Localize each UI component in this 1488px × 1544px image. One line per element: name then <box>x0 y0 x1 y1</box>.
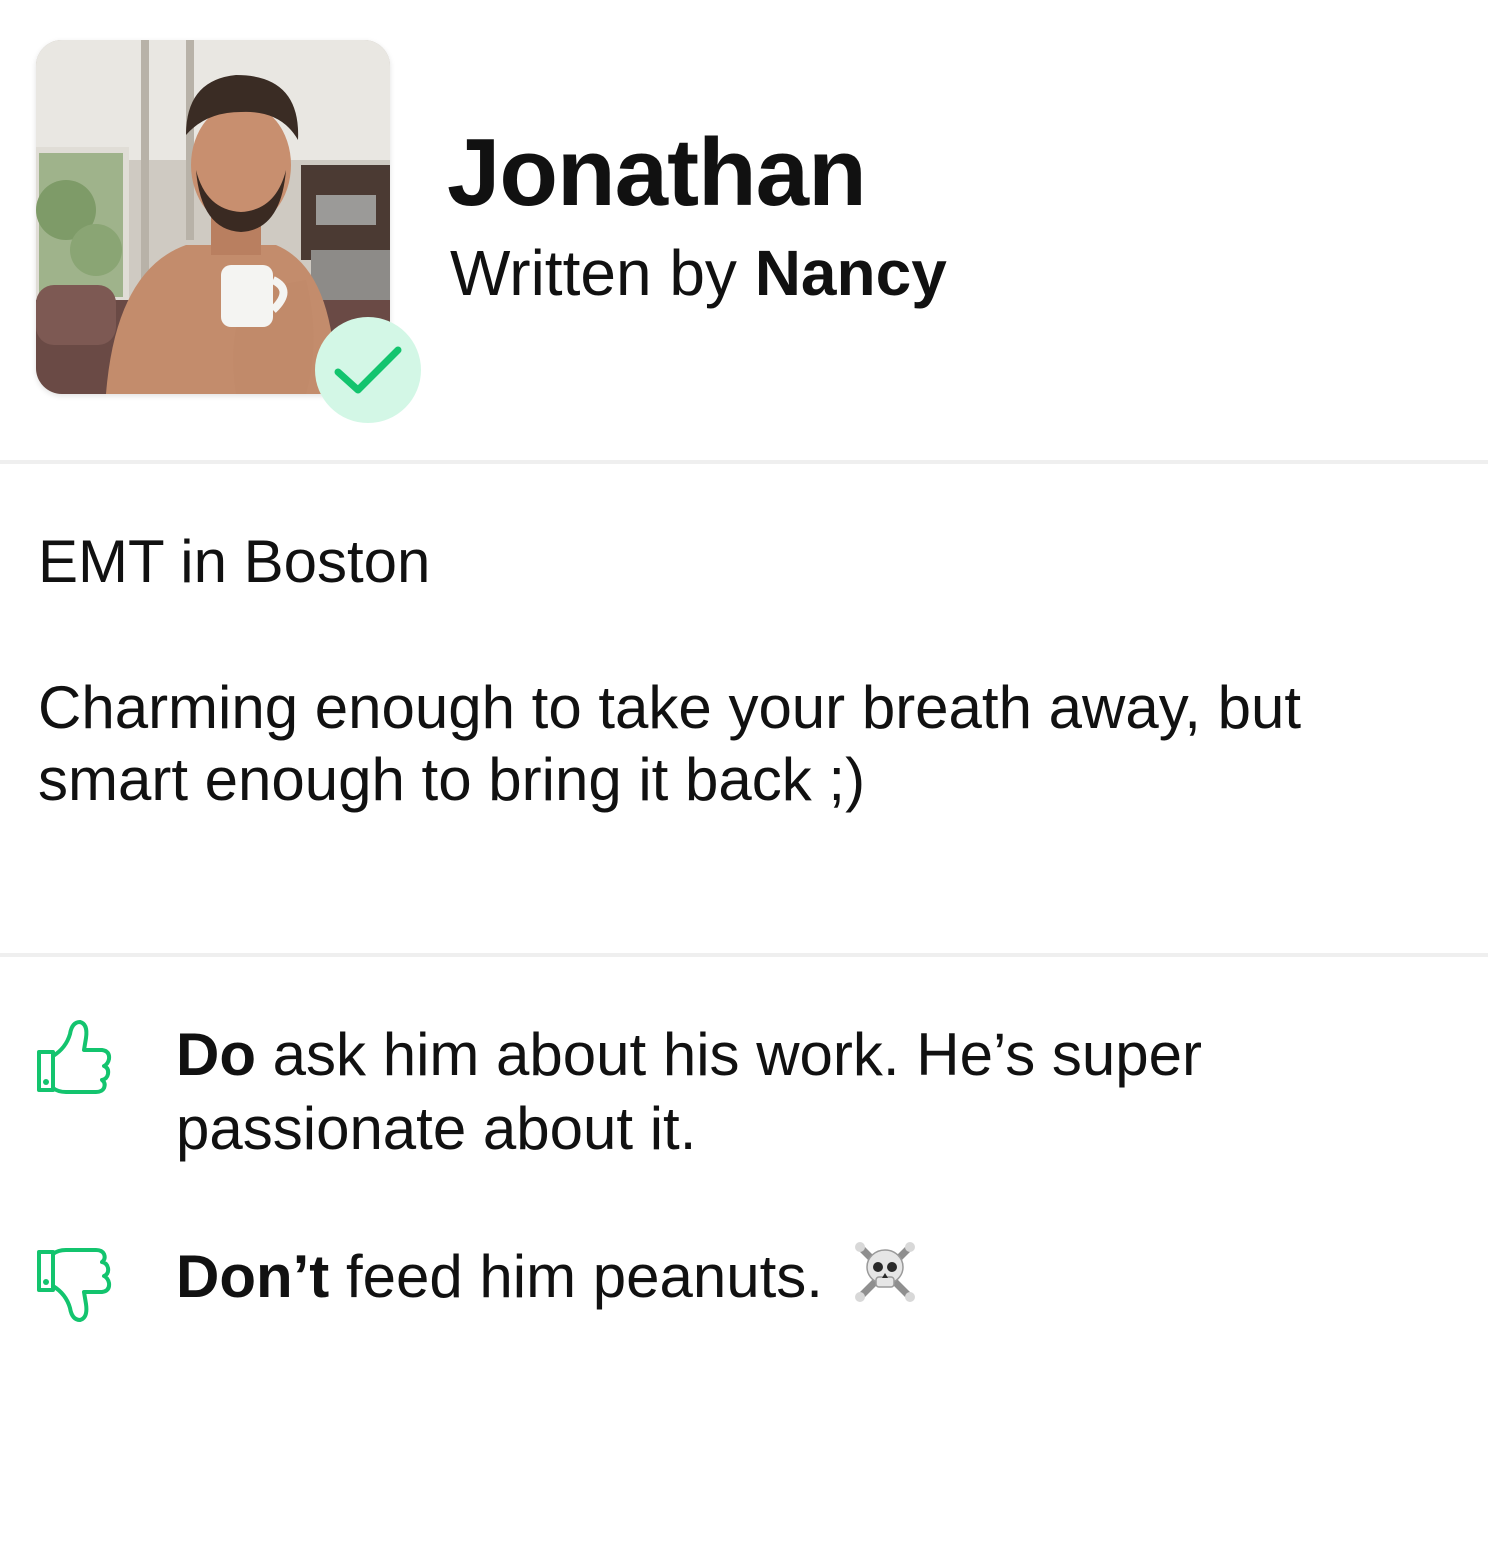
do-text: ask him about his work. He’s super passi… <box>176 1021 1202 1162</box>
thumbs-down-icon <box>37 1248 112 1322</box>
dont-tip-text: Don’t feed him peanuts. <box>176 1240 1376 1314</box>
dont-label: Don’t <box>176 1243 330 1310</box>
verified-badge <box>315 317 421 423</box>
section-divider <box>0 953 1488 957</box>
do-tip-text: Do ask him about his work. He’s super pa… <box>176 1018 1376 1166</box>
do-label: Do <box>176 1021 256 1088</box>
checkmark-icon <box>334 346 402 394</box>
section-divider <box>0 460 1488 464</box>
skull-and-crossbones-icon <box>854 1242 915 1302</box>
profile-bio: Charming enough to take your breath away… <box>38 674 1301 813</box>
byline-prefix: Written by <box>450 237 737 309</box>
profile-tagline: EMT in Boston <box>38 528 431 595</box>
profile-name: Jonathan <box>447 119 867 226</box>
thumbs-up-icon <box>37 1020 112 1094</box>
dont-text: feed him peanuts. <box>345 1243 823 1310</box>
author-byline: Written by Nancy <box>450 235 947 311</box>
author-name[interactable]: Nancy <box>755 237 947 309</box>
profile-header: Jonathan Written by Nancy <box>0 0 1488 462</box>
